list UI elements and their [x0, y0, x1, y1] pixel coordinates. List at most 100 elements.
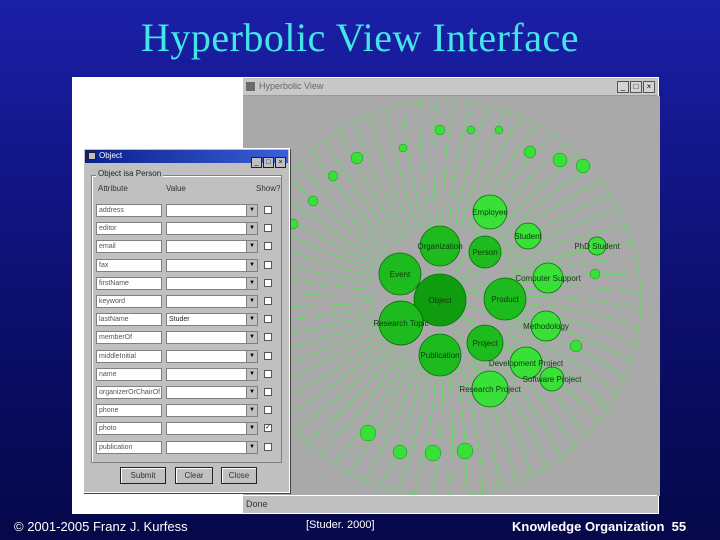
- show-checkbox[interactable]: [264, 442, 272, 451]
- value-combobox[interactable]: ▼: [166, 349, 258, 363]
- close-button[interactable]: ×: [643, 81, 655, 93]
- dropdown-arrow-icon[interactable]: ▼: [246, 423, 257, 435]
- value-combobox[interactable]: ▼: [166, 295, 258, 308]
- graph-node-label: Computer Support: [515, 274, 581, 283]
- show-checkbox[interactable]: [264, 278, 272, 287]
- dialog-minimize-button[interactable]: _: [251, 157, 262, 168]
- graph-node-small[interactable]: [575, 158, 591, 174]
- attribute-label: keyword: [96, 295, 162, 308]
- show-checkbox[interactable]: [264, 260, 272, 269]
- attribute-label: editor: [96, 222, 162, 236]
- submit-button[interactable]: Submit: [120, 467, 166, 484]
- clear-button[interactable]: Clear: [175, 467, 213, 484]
- graph-node-small[interactable]: [424, 444, 442, 462]
- attribute-label: name: [96, 367, 162, 381]
- dropdown-arrow-icon[interactable]: ▼: [246, 314, 257, 326]
- value-combobox[interactable]: ▼: [166, 367, 258, 381]
- show-checkbox[interactable]: [264, 369, 272, 378]
- show-checkbox[interactable]: [264, 315, 272, 324]
- dropdown-arrow-icon[interactable]: ▼: [246, 241, 257, 253]
- dropdown-arrow-icon[interactable]: ▼: [246, 405, 257, 417]
- graph-node-small[interactable]: [434, 124, 446, 136]
- page-number: 55: [671, 519, 687, 534]
- graph-node-label: Event: [390, 270, 411, 279]
- dialog-maximize-button[interactable]: □: [263, 157, 274, 168]
- show-checkbox[interactable]: [264, 297, 272, 305]
- graph-node-small[interactable]: [327, 170, 339, 182]
- graph-node-label: Research Topic: [374, 319, 429, 328]
- attribute-row: phone ▼: [96, 404, 279, 418]
- dropdown-arrow-icon[interactable]: ▼: [246, 205, 257, 216]
- graph-node-small[interactable]: [456, 442, 474, 460]
- footer-course-name: Knowledge Organization: [512, 519, 665, 534]
- dropdown-arrow-icon[interactable]: ▼: [246, 259, 257, 271]
- attribute-label: address: [96, 204, 162, 217]
- column-header-show: Show?: [256, 184, 281, 193]
- graph-node-label: Project: [473, 339, 499, 348]
- graph-node-label: Research Project: [459, 385, 521, 394]
- graph-node-label: Student: [514, 232, 542, 241]
- status-bar: Done: [243, 495, 657, 512]
- show-checkbox[interactable]: [264, 206, 272, 214]
- value-combobox[interactable]: ▼: [166, 386, 258, 399]
- show-checkbox[interactable]: [264, 351, 272, 360]
- show-checkbox[interactable]: [264, 224, 272, 233]
- value-combobox[interactable]: ▼: [166, 331, 258, 345]
- footer-course: Knowledge Organization 55: [512, 519, 686, 534]
- close-dialog-button[interactable]: Close: [221, 467, 257, 484]
- show-checkbox[interactable]: [264, 242, 272, 251]
- value-combobox[interactable]: Studer ▼: [166, 313, 258, 327]
- graph-node-small[interactable]: [589, 268, 601, 280]
- dropdown-arrow-icon[interactable]: ▼: [246, 296, 257, 307]
- attribute-row: email ▼: [96, 240, 279, 254]
- value-combobox[interactable]: ▼: [166, 258, 258, 272]
- value-text: Studer: [169, 316, 190, 324]
- value-combobox[interactable]: ▼: [166, 276, 258, 290]
- show-checkbox[interactable]: [264, 333, 272, 342]
- graph-node-small[interactable]: [359, 424, 377, 442]
- dropdown-arrow-icon[interactable]: ▼: [246, 332, 257, 344]
- attribute-row: middleInitial ▼: [96, 349, 279, 363]
- graph-node-small[interactable]: [398, 143, 408, 153]
- object-dialog: Object _ □ × Object isa Person Attribute V…: [83, 148, 290, 493]
- graph-node-label: PhD Student: [574, 242, 620, 251]
- value-combobox[interactable]: ▼: [166, 240, 258, 254]
- value-combobox[interactable]: ▼: [166, 404, 258, 418]
- graph-node-small[interactable]: [552, 152, 568, 168]
- graph-node-small[interactable]: [392, 444, 408, 460]
- minimize-button[interactable]: _: [617, 81, 629, 93]
- dropdown-arrow-icon[interactable]: ▼: [246, 387, 257, 398]
- attribute-label: phone: [96, 404, 162, 418]
- attribute-row: memberOf ▼: [96, 331, 279, 345]
- hyperbolic-titlebar[interactable]: Hyperbolic View _ □ ×: [243, 79, 657, 96]
- graph-node-small[interactable]: [523, 145, 537, 159]
- dropdown-arrow-icon[interactable]: ▼: [246, 277, 257, 289]
- attribute-row: address ▼: [96, 204, 279, 217]
- graph-node-label: Methodology: [523, 322, 569, 331]
- object-titlebar[interactable]: Object _ □ ×: [85, 150, 288, 168]
- graph-node-small[interactable]: [350, 151, 364, 165]
- dropdown-arrow-icon[interactable]: ▼: [246, 350, 257, 362]
- column-header-attribute: Attribute: [98, 184, 128, 193]
- dialog-close-button[interactable]: ×: [275, 157, 286, 168]
- value-combobox[interactable]: ▼: [166, 222, 258, 236]
- graph-node-small[interactable]: [569, 339, 583, 353]
- maximize-button[interactable]: □: [630, 81, 642, 93]
- dropdown-arrow-icon[interactable]: ▼: [246, 368, 257, 380]
- hyperbolic-canvas[interactable]: Object Employee Student Organization Person E…: [243, 96, 660, 496]
- footer-copyright: © 2001-2005 Franz J. Kurfess: [14, 519, 188, 534]
- value-combobox[interactable]: ▼: [166, 422, 258, 436]
- graph-node-small[interactable]: [466, 125, 476, 135]
- dropdown-arrow-icon[interactable]: ▼: [246, 223, 257, 235]
- graph-node-small[interactable]: [307, 195, 319, 207]
- show-checkbox[interactable]: ✓: [264, 424, 272, 433]
- value-combobox[interactable]: ▼: [166, 204, 258, 217]
- value-combobox[interactable]: ▼: [166, 440, 258, 454]
- graph-node-small[interactable]: [494, 125, 504, 135]
- show-checkbox[interactable]: [264, 388, 272, 396]
- attribute-row: photo ▼ ✓: [96, 422, 279, 436]
- show-checkbox[interactable]: [264, 406, 272, 415]
- graph-node-label: Object: [428, 296, 452, 305]
- attribute-label: middleInitial: [96, 349, 162, 363]
- dropdown-arrow-icon[interactable]: ▼: [246, 441, 257, 453]
